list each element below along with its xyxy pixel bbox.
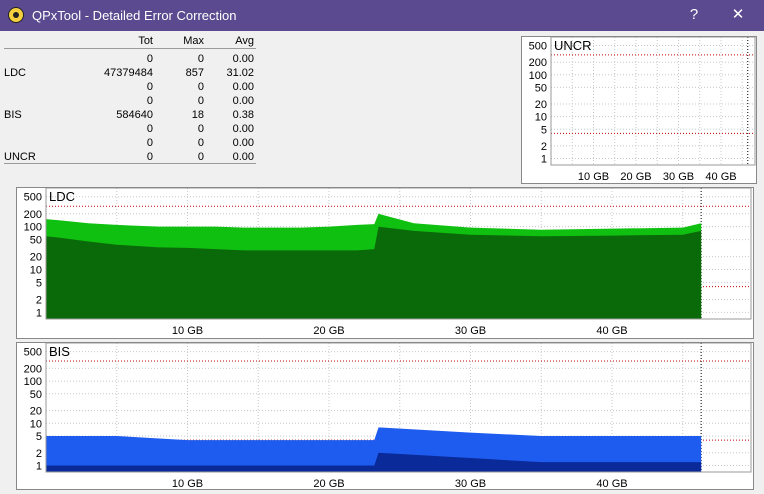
y-tick-label: 10 (30, 265, 42, 277)
y-tick-label: 1 (36, 460, 42, 472)
y-tick-label: 20 (535, 99, 547, 111)
stats-row-max: 0 (197, 95, 204, 107)
stats-row-avg: 31.02 (226, 67, 254, 79)
stats-row-max: 0 (197, 81, 204, 93)
y-tick-label: 1 (36, 307, 42, 319)
x-tick-label: 40 GB (596, 325, 627, 337)
y-tick-label: 100 (24, 222, 42, 234)
title-bar: QPxTool - Detailed Error Correction ? ✕ (0, 0, 764, 31)
stats-row-avg: 0.38 (232, 109, 254, 121)
stats-row-tot: 47379484 (104, 67, 153, 79)
stats-row-max: 0 (197, 137, 204, 149)
x-tick-label: 10 GB (578, 171, 609, 183)
stats-header-divider (4, 48, 256, 49)
y-tick-label: 500 (24, 192, 42, 204)
ldc-chart: 500 200 100 50 20 10 5 2 1 10 GB 20 GB 30 GB 40 GB LD… (16, 187, 754, 339)
x-tick-label: 30 GB (663, 171, 694, 183)
y-tick-label: 50 (30, 389, 42, 401)
y-tick-label: 10 (535, 112, 547, 124)
stats-row-max: 0 (197, 151, 204, 163)
stats-row-avg: 0.00 (232, 81, 254, 93)
y-tick-label: 1 (541, 154, 547, 166)
y-tick-label: 2 (36, 448, 42, 460)
stats-row-avg: 0.00 (232, 53, 254, 65)
stats-row-tot: 0 (146, 81, 153, 93)
y-tick-label: 5 (36, 431, 42, 443)
chart-title: LDC (49, 189, 75, 204)
header-avg: Avg (235, 35, 254, 47)
x-tick-label: 30 GB (455, 478, 486, 489)
stats-row-max: 18 (191, 109, 204, 121)
y-tick-label: 100 (24, 376, 42, 388)
chart-title: BIS (49, 344, 70, 359)
y-tick-label: 50 (30, 235, 42, 247)
y-tick-label: 500 (24, 347, 42, 359)
stats-row-tot: 584640 (116, 109, 153, 121)
stats-row-avg: 0.00 (232, 123, 254, 135)
y-tick-label: 200 (529, 57, 547, 69)
y-tick-label: 200 (24, 363, 42, 375)
bis-chart: 500 200 100 50 20 10 5 2 1 10 GB 20 GB 30 GB 40 GB BI… (16, 342, 754, 490)
qpxtool-app-icon (8, 7, 24, 23)
help-button[interactable]: ? (680, 4, 708, 26)
stats-row-tot: 0 (146, 53, 153, 65)
y-tick-label: 2 (541, 141, 547, 153)
bis-chart-svg: 500 20010050 20105 21 10 GB 20 GB 30 GB 40 GB BI… (24, 342, 752, 490)
x-tick-label: 20 GB (313, 478, 344, 489)
close-button[interactable]: ✕ (724, 4, 752, 26)
stats-row-tot: 0 (146, 123, 153, 135)
y-tick-label: 20 (30, 406, 42, 418)
y-tick-label: 20 (30, 252, 42, 264)
x-tick-label: 20 GB (313, 325, 344, 337)
stats-row-avg: 0.00 (232, 151, 254, 163)
stats-row-label: LDC (4, 67, 27, 79)
stats-footer-divider (4, 163, 256, 164)
y-tick-label: 5 (36, 277, 42, 289)
stats-row-max: 0 (197, 123, 204, 135)
uncr-chart-svg: 500 20010050 20105 21 10 GB 20 GB 30 GB 40 GB UN… (529, 36, 756, 183)
y-tick-label: 100 (529, 70, 547, 82)
stats-row-tot: 0 (146, 137, 153, 149)
x-tick-label: 40 GB (596, 478, 627, 489)
ldc-chart-svg: 500 20010050 20105 21 10 GB 20 GB 30 GB 40 GB LD… (24, 187, 752, 337)
y-tick-label: 200 (24, 209, 42, 221)
stats-table: Tot Max Avg 0 0 0.00 LDC 47379484 857 31.02 0 0 0… (0, 34, 262, 166)
x-tick-label: 30 GB (455, 325, 486, 337)
header-max: Max (183, 35, 204, 47)
window-title: QPxTool - Detailed Error Correction (32, 8, 237, 23)
stats-row-tot: 0 (146, 151, 153, 163)
chart-title: UNCR (554, 38, 592, 53)
y-tick-label: 2 (36, 294, 42, 306)
stats-row-max: 857 (185, 67, 204, 79)
stats-row-tot: 0 (146, 95, 153, 107)
stats-row-label: BIS (4, 109, 22, 121)
uncr-chart: 500 200 100 50 20 10 5 2 1 10 GB 20 GB 30 GB 40 GB UN… (521, 36, 757, 184)
y-tick-label: 50 (535, 82, 547, 94)
stats-row-avg: 0.00 (232, 137, 254, 149)
y-tick-label: 10 (30, 418, 42, 430)
stats-row-avg: 0.00 (232, 95, 254, 107)
x-tick-label: 40 GB (705, 171, 736, 183)
x-tick-label: 20 GB (620, 171, 651, 183)
y-tick-label: 500 (529, 41, 547, 53)
stats-row-label: UNCR (4, 151, 36, 163)
header-tot: Tot (138, 35, 153, 47)
x-tick-label: 10 GB (172, 325, 203, 337)
stats-row-max: 0 (197, 53, 204, 65)
x-tick-label: 10 GB (172, 478, 203, 489)
y-tick-label: 5 (541, 124, 547, 136)
